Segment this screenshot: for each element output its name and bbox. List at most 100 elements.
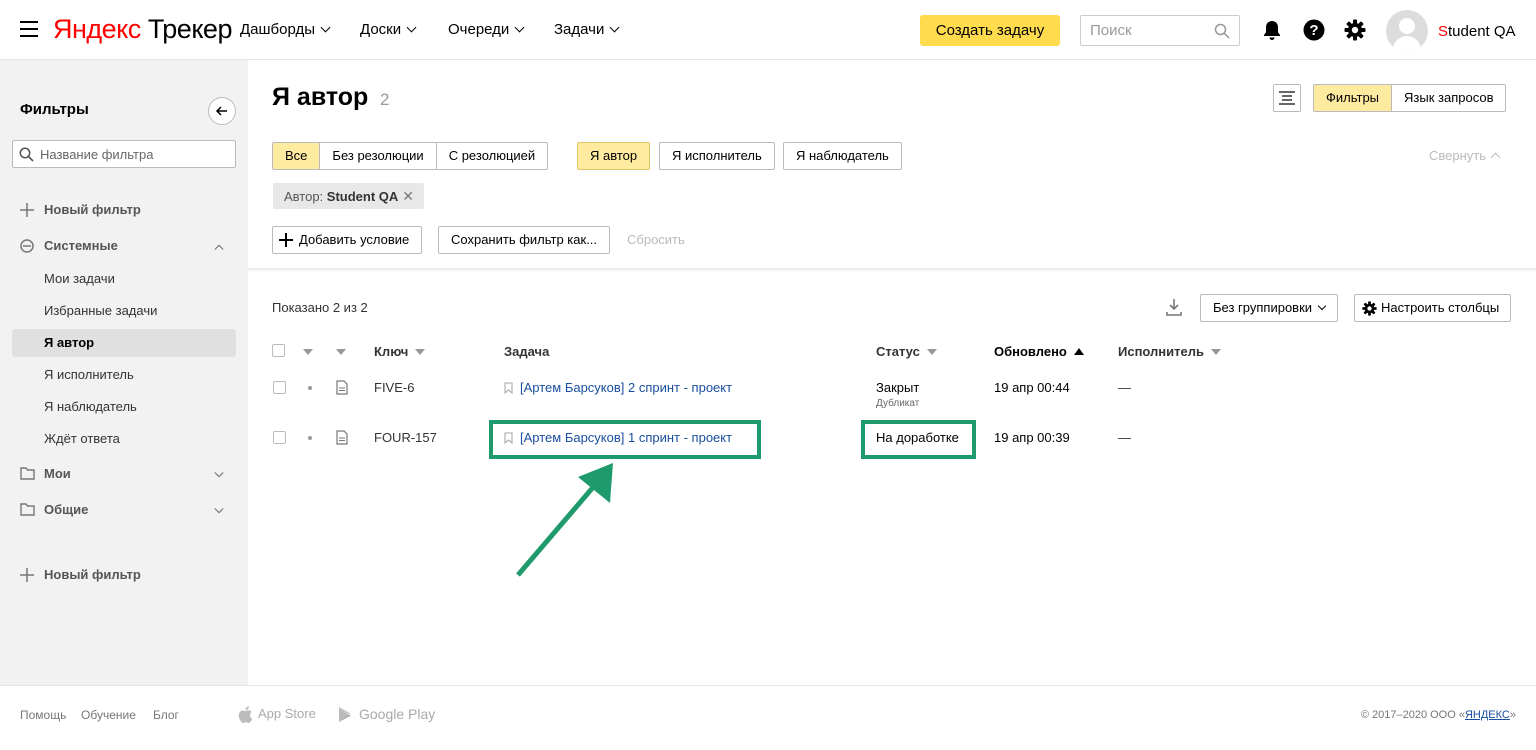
task-updated: 19 апр 00:39 xyxy=(994,430,1070,445)
sidebar-item-awaiting-reply[interactable]: Ждёт ответа xyxy=(44,431,120,446)
annotation-arrow-icon xyxy=(516,463,613,577)
view-mode-toggle: Фильтры Язык запросов xyxy=(1313,84,1507,112)
menu-icon[interactable] xyxy=(20,21,38,37)
chevron-down-icon[interactable] xyxy=(214,506,224,516)
arrow-left-icon xyxy=(215,106,227,116)
filter-i-am-assignee[interactable]: Я исполнитель xyxy=(659,142,775,170)
help-icon[interactable]: ? xyxy=(1303,19,1325,41)
task-assignee: — xyxy=(1118,380,1131,395)
grouping-select[interactable]: Без группировки xyxy=(1200,294,1339,322)
search-icon xyxy=(19,147,34,162)
column-header-task[interactable]: Задача xyxy=(504,344,549,359)
tab-filters[interactable]: Фильтры xyxy=(1314,85,1393,111)
sidebar-item-i-am-author[interactable]: Я автор xyxy=(44,335,94,350)
close-icon[interactable]: ✕ xyxy=(402,188,414,204)
nav-tasks[interactable]: Задачи xyxy=(554,21,620,38)
row-checkbox[interactable] xyxy=(273,381,286,394)
bookmark-icon[interactable] xyxy=(504,382,513,394)
gear-icon[interactable] xyxy=(1344,19,1366,41)
priority-dot xyxy=(308,386,312,390)
page-title: Я автор xyxy=(272,83,369,111)
task-resolution: Дубликат xyxy=(876,398,920,409)
view-options-button[interactable] xyxy=(1273,84,1301,112)
footer-learning-link[interactable]: Обучение xyxy=(81,708,136,722)
sidebar-item-favorites[interactable]: Избранные задачи xyxy=(44,303,157,318)
folder-icon xyxy=(20,467,35,480)
create-task-button[interactable]: Создать задачу xyxy=(920,15,1060,46)
plus-icon xyxy=(20,203,34,217)
divider xyxy=(248,268,1536,272)
filter-all[interactable]: Все xyxy=(273,143,321,169)
column-type-toggle[interactable] xyxy=(336,344,346,359)
collapse-filters-link[interactable]: Свернуть xyxy=(1429,148,1501,163)
minus-circle-icon xyxy=(20,239,34,253)
priority-dot xyxy=(308,436,312,440)
user-name[interactable]: Student QA xyxy=(1438,23,1516,40)
filter-i-am-watcher[interactable]: Я наблюдатель xyxy=(783,142,902,170)
footer: Помощь Обучение Блог App Store Google Pl… xyxy=(0,685,1536,750)
task-status: Закрыт xyxy=(876,380,920,395)
download-icon[interactable] xyxy=(1164,297,1184,317)
search-input[interactable] xyxy=(1081,16,1209,45)
nav-dashboards[interactable]: Дашборды xyxy=(240,21,331,38)
folder-icon xyxy=(20,503,35,516)
filter-search-box xyxy=(12,140,236,168)
column-menu-toggle[interactable] xyxy=(303,344,313,359)
row-checkbox[interactable] xyxy=(273,431,286,444)
task-assignee: — xyxy=(1118,430,1131,445)
column-header-status[interactable]: Статус xyxy=(876,344,937,359)
chevron-down-icon xyxy=(406,22,417,33)
filter-resolved[interactable]: С резолюцией xyxy=(436,143,548,169)
reset-link[interactable]: Сбросить xyxy=(627,232,685,247)
add-condition-button[interactable]: Добавить условие xyxy=(272,226,423,254)
highlight-box-status xyxy=(861,420,976,459)
search-icon[interactable] xyxy=(1214,23,1230,39)
yandex-link[interactable]: ЯНДЕКС xyxy=(1465,709,1510,721)
footer-help-link[interactable]: Помощь xyxy=(20,708,66,722)
google-play-link[interactable]: Google Play xyxy=(338,706,435,722)
configure-columns-button[interactable]: Настроить столбцы xyxy=(1354,294,1512,322)
chevron-down-icon[interactable] xyxy=(214,470,224,480)
highlight-box-task xyxy=(489,420,761,459)
sidebar-title: Фильтры xyxy=(20,101,89,118)
gear-icon xyxy=(1362,301,1377,316)
sidebar-item-i-am-assignee[interactable]: Я исполнитель xyxy=(44,367,134,382)
collapse-sidebar-button[interactable] xyxy=(208,97,236,125)
filter-search-input[interactable] xyxy=(40,141,230,167)
column-header-key[interactable]: Ключ xyxy=(374,344,426,359)
copyright: © 2017–2020 ООО «ЯНДЕКС» xyxy=(1360,709,1516,721)
caret-down-icon xyxy=(1211,349,1221,355)
chevron-up-icon xyxy=(1490,152,1501,163)
filter-i-am-author[interactable]: Я автор xyxy=(577,142,651,170)
filter-unresolved[interactable]: Без резолюции xyxy=(320,143,437,169)
save-filter-button[interactable]: Сохранить фильтр как... xyxy=(438,226,611,254)
nav-queues[interactable]: Очереди xyxy=(448,21,525,38)
plus-icon xyxy=(20,568,34,582)
select-all-checkbox[interactable] xyxy=(272,344,285,357)
bell-icon[interactable] xyxy=(1261,19,1283,41)
task-key[interactable]: FIVE-6 xyxy=(374,380,414,395)
column-header-assignee[interactable]: Исполнитель xyxy=(1118,344,1221,359)
nav-boards[interactable]: Доски xyxy=(360,21,417,38)
column-header-updated[interactable]: Обновлено xyxy=(994,344,1084,359)
app-store-link[interactable]: App Store xyxy=(238,706,316,723)
filters-sidebar: Фильтры Новый фильтр Системные Мои задач… xyxy=(0,60,248,685)
sidebar-item-i-am-watcher[interactable]: Я наблюдатель xyxy=(44,399,137,414)
chevron-up-icon[interactable] xyxy=(214,242,224,252)
resolution-filter-group: Все Без резолюции С резолюцией xyxy=(272,142,549,170)
task-title-link[interactable]: [Артем Барсуков] 2 спринт - проект xyxy=(520,380,732,395)
author-filter-tag: Автор: Student QA ✕ xyxy=(273,183,425,209)
svg-text:?: ? xyxy=(1309,22,1318,39)
task-key[interactable]: FOUR-157 xyxy=(374,430,437,445)
logo[interactable]: Яндекс Трекер xyxy=(53,14,232,45)
plus-icon xyxy=(279,233,293,247)
sidebar-item-my-tasks[interactable]: Мои задачи xyxy=(44,271,115,286)
chevron-down-icon xyxy=(514,22,525,33)
footer-blog-link[interactable]: Блог xyxy=(153,708,179,722)
chevron-down-icon xyxy=(1317,301,1327,311)
shown-count: Показано 2 из 2 xyxy=(272,300,368,315)
avatar[interactable] xyxy=(1386,10,1428,52)
caret-down-icon xyxy=(926,349,937,355)
caret-down-icon xyxy=(303,349,313,355)
tab-query-language[interactable]: Язык запросов xyxy=(1392,85,1506,111)
